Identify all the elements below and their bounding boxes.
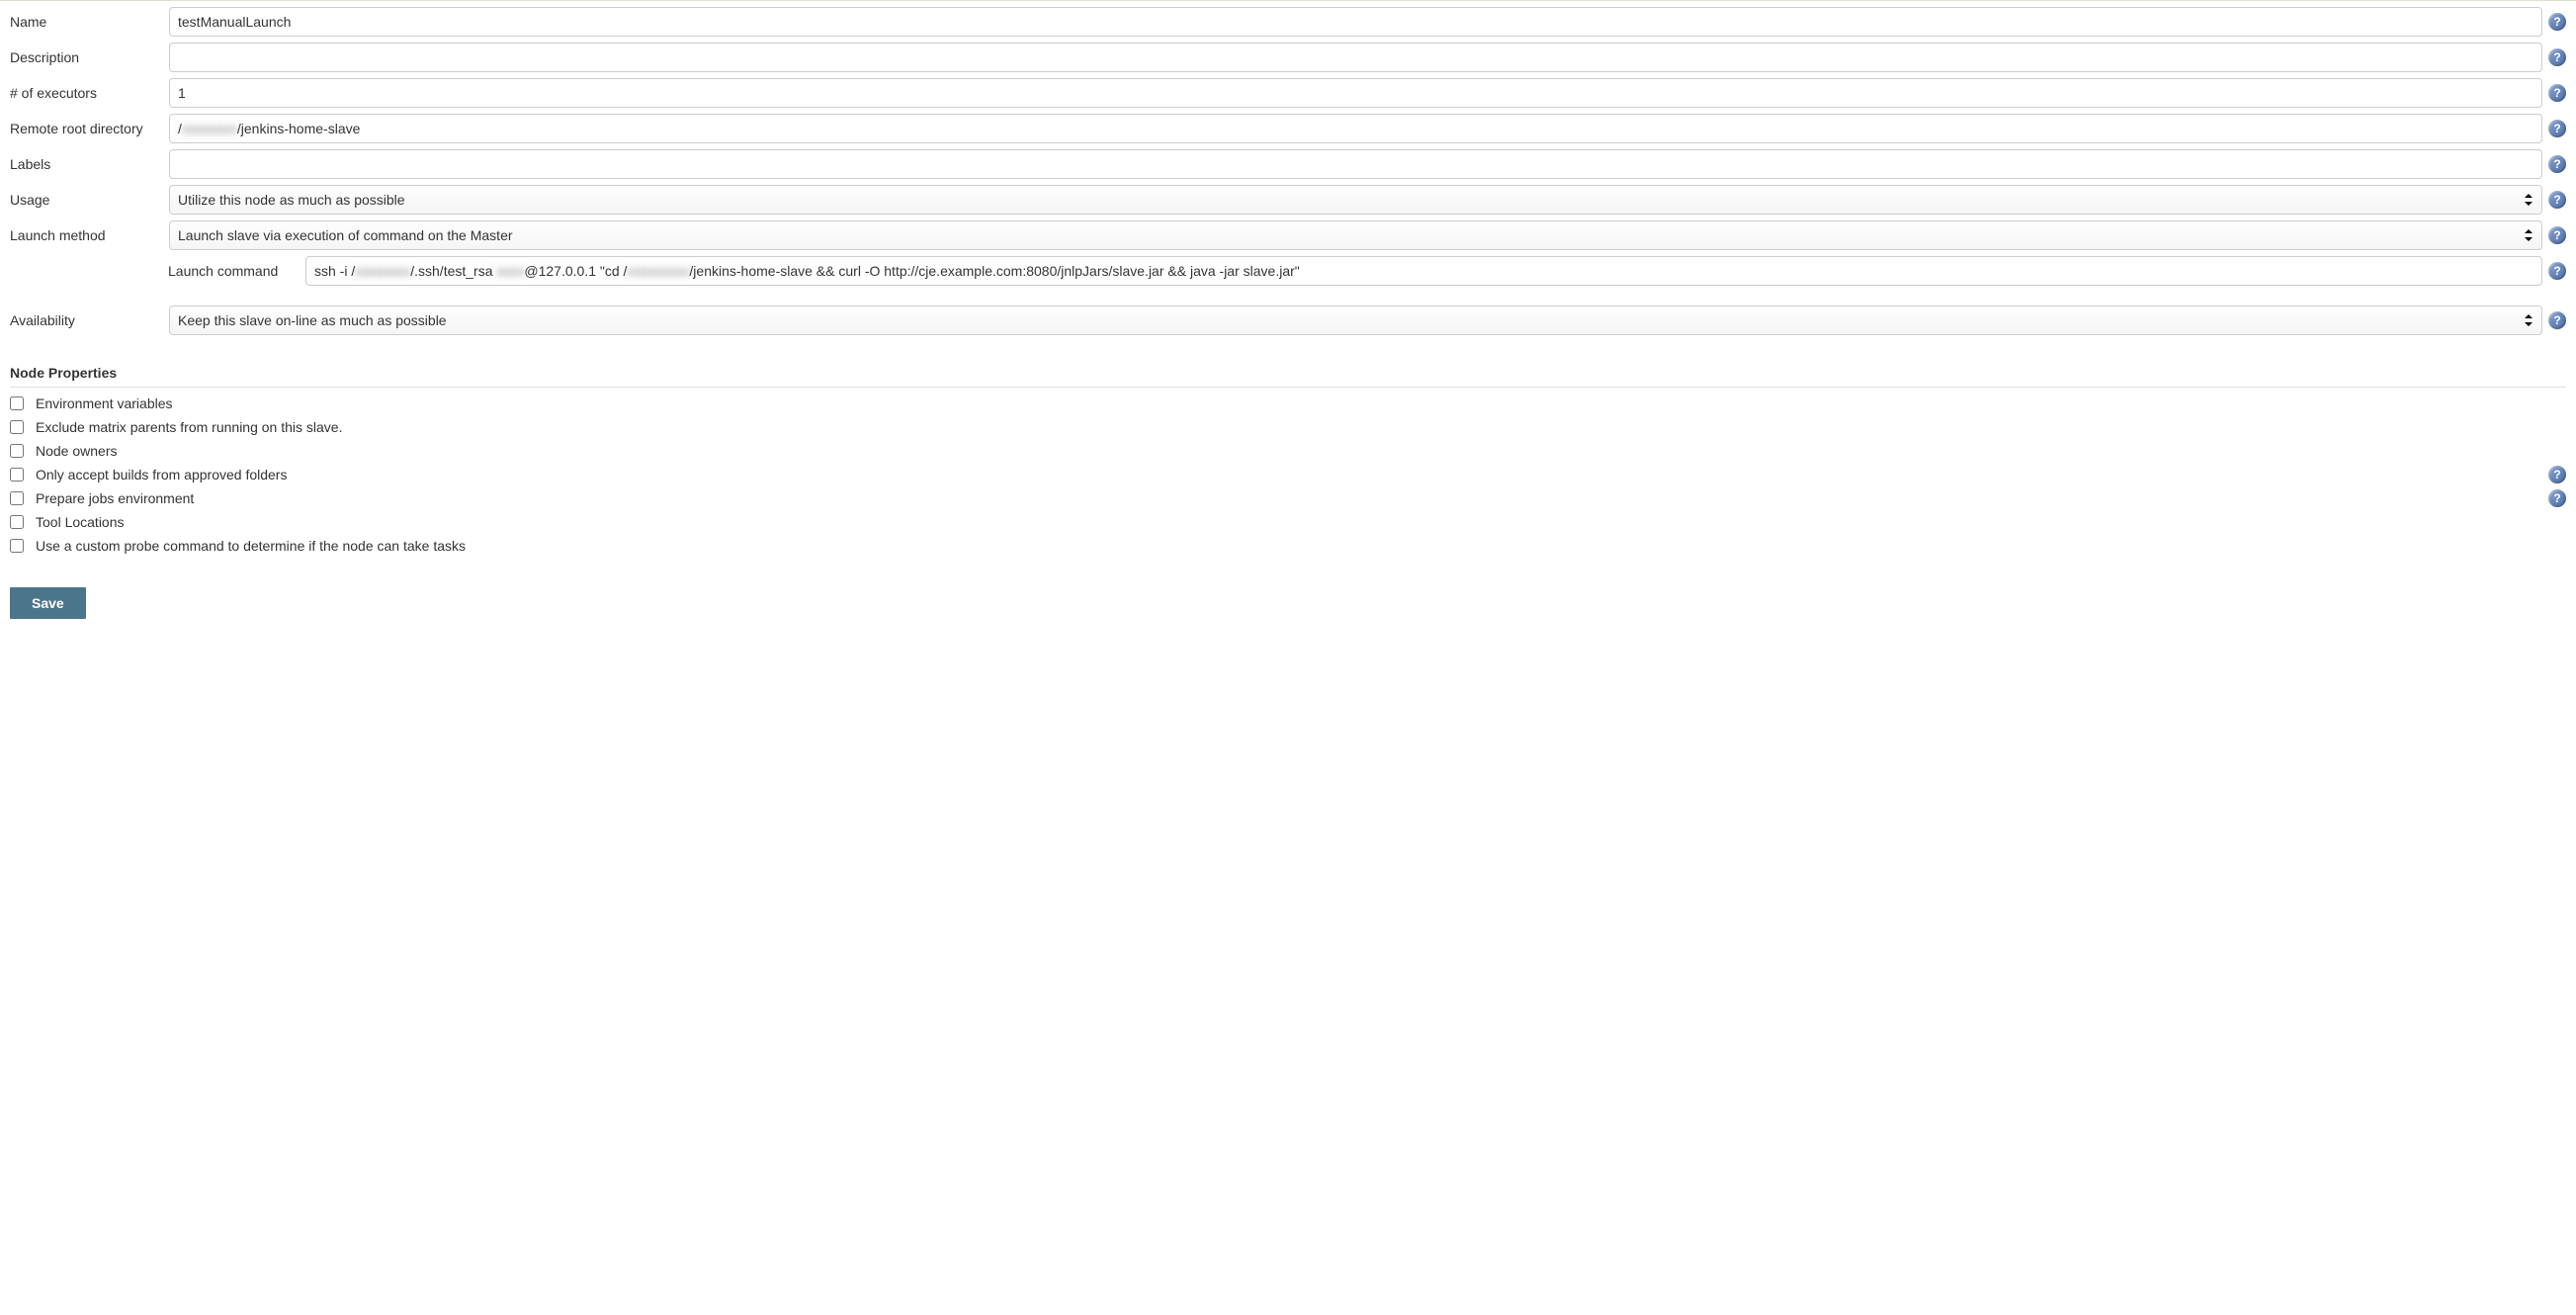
label-remote-root: Remote root directory [10,115,163,142]
label-name: Name [10,8,163,36]
checkbox-custom-probe[interactable] [10,539,24,553]
save-button[interactable]: Save [10,587,86,619]
checkbox-row-tool-locations: Tool Locations [10,510,2566,534]
availability-select[interactable]: Keep this slave on-line as much as possi… [169,306,2542,335]
help-icon[interactable]: ? [2548,120,2566,137]
usage-select[interactable]: Utilize this node as much as possible [169,185,2542,215]
label-labels: Labels [10,150,163,178]
row-executors: # of executors ? [10,78,2566,108]
checkbox-node-owners[interactable] [10,444,24,458]
checkbox-row-approved-folders: Only accept builds from approved folders… [10,463,2566,486]
checkbox-label[interactable]: Use a custom probe command to determine … [36,538,2544,554]
checkbox-label[interactable]: Exclude matrix parents from running on t… [36,419,2544,435]
label-description: Description [10,44,163,71]
description-input[interactable] [169,43,2542,72]
help-icon[interactable]: ? [2548,466,2566,483]
checkbox-label[interactable]: Tool Locations [36,514,2544,530]
help-icon[interactable]: ? [2548,191,2566,209]
row-remote-root: Remote root directory /xxxxxxxx/jenkins-… [10,114,2566,143]
checkbox-tool-locations[interactable] [10,515,24,529]
row-usage: Usage Utilize this node as much as possi… [10,185,2566,215]
label-launch-method: Launch method [10,221,163,249]
row-launch-command: Launch command ssh -i /xxxxxxxx/.ssh/tes… [168,256,2566,286]
row-description: Description ? [10,43,2566,72]
label-usage: Usage [10,186,163,214]
help-icon[interactable]: ? [2548,48,2566,66]
checkbox-label[interactable]: Only accept builds from approved folders [36,467,2544,482]
help-icon[interactable]: ? [2548,84,2566,102]
label-launch-command: Launch command [168,263,300,279]
remote-root-input[interactable] [169,114,2542,143]
executors-input[interactable] [169,78,2542,108]
checkbox-row-node-owners: Node owners [10,439,2566,463]
checkbox-approved-folders[interactable] [10,468,24,482]
labels-input[interactable] [169,149,2542,179]
checkbox-env-vars[interactable] [10,396,24,410]
help-icon[interactable]: ? [2548,489,2566,507]
row-name: Name ? [10,7,2566,37]
checkbox-row-exclude-matrix: Exclude matrix parents from running on t… [10,415,2566,439]
checkbox-label[interactable]: Prepare jobs environment [36,490,2544,506]
checkbox-row-custom-probe: Use a custom probe command to determine … [10,534,2566,558]
help-icon[interactable]: ? [2548,226,2566,244]
checkbox-row-env-vars: Environment variables [10,392,2566,415]
launch-command-input[interactable] [305,256,2542,286]
row-labels: Labels ? [10,149,2566,179]
help-icon[interactable]: ? [2548,262,2566,280]
name-input[interactable] [169,7,2542,37]
help-icon[interactable]: ? [2548,155,2566,173]
checkbox-label[interactable]: Environment variables [36,395,2544,411]
checkbox-label[interactable]: Node owners [36,443,2544,459]
checkbox-exclude-matrix[interactable] [10,420,24,434]
launch-method-select[interactable]: Launch slave via execution of command on… [169,220,2542,250]
row-availability: Availability Keep this slave on-line as … [10,306,2566,335]
checkbox-prepare-env[interactable] [10,491,24,505]
checkbox-row-prepare-env: Prepare jobs environment ? [10,486,2566,510]
label-availability: Availability [10,307,163,334]
help-icon[interactable]: ? [2548,311,2566,329]
row-launch-method: Launch method Launch slave via execution… [10,220,2566,250]
help-icon[interactable]: ? [2548,13,2566,31]
node-properties-header: Node Properties [10,365,2566,388]
label-executors: # of executors [10,79,163,107]
